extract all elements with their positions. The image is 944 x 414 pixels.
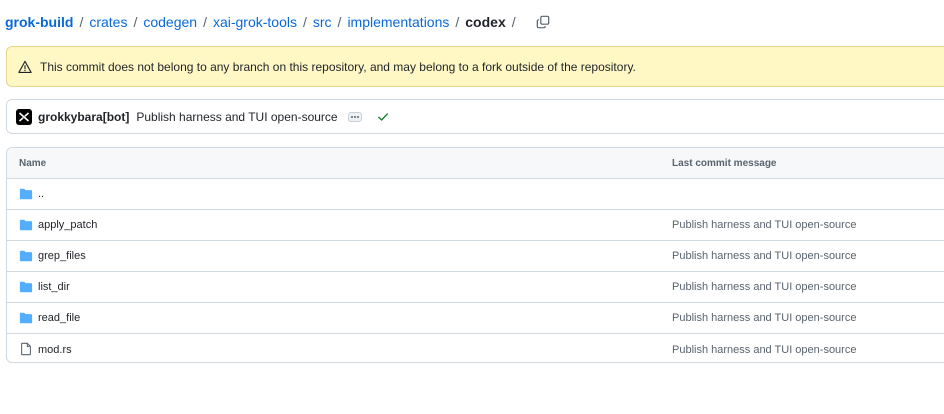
folder-icon [19,311,33,325]
copy-path-button[interactable] [534,13,552,31]
row-commit-message[interactable]: Publish harness and TUI open-source [672,312,856,324]
breadcrumb-separator: / [133,14,138,30]
commit-author[interactable]: grokkybara[bot] [38,110,129,124]
row-name[interactable]: read_file [38,312,80,324]
latest-commit-bar: grokkybara[bot] Publish harness and TUI … [6,99,944,134]
breadcrumb-separator: / [203,14,207,30]
table-row[interactable]: .. [7,179,944,210]
commit-message[interactable]: Publish harness and TUI open-source [136,110,337,124]
table-row[interactable]: list_dir Publish harness and TUI open-so… [7,272,944,303]
ellipsis-icon [350,115,353,118]
fork-warning-banner: This commit does not belong to any branc… [6,46,944,87]
breadcrumb-separator: / [302,14,307,30]
row-name[interactable]: apply_patch [38,219,97,231]
row-name[interactable]: list_dir [38,281,70,293]
breadcrumb-separator: / [455,14,460,30]
breadcrumb-separator: / [79,14,84,30]
row-name[interactable]: grep_files [38,250,86,262]
breadcrumb-item-repo[interactable]: grok-build [5,14,73,30]
banner-text: This commit does not belong to any branc… [40,59,636,74]
folder-icon [19,218,33,232]
breadcrumb-current: codex [465,14,506,30]
breadcrumb-item-codegen[interactable]: codegen [143,14,197,30]
breadcrumb-item-crates[interactable]: crates [89,14,127,30]
breadcrumb-separator: / [337,14,342,30]
bot-logo-icon [18,111,30,122]
avatar[interactable] [16,108,32,125]
breadcrumb: grok-build / crates / codegen / xai-grok… [5,12,552,32]
expand-commit-button[interactable] [347,111,362,122]
breadcrumb-separator: / [511,14,516,30]
column-header-last-commit-message: Last commit message [672,157,777,169]
folder-icon [19,187,33,201]
table-row[interactable]: read_file Publish harness and TUI open-s… [7,303,944,334]
folder-icon [19,249,33,263]
folder-icon [19,280,33,294]
check-icon[interactable] [377,111,389,123]
table-row[interactable]: mod.rs Publish harness and TUI open-sour… [7,334,944,362]
row-name[interactable]: mod.rs [38,344,72,356]
table-row[interactable]: grep_files Publish harness and TUI open-… [7,241,944,272]
row-commit-message[interactable]: Publish harness and TUI open-source [672,344,856,356]
row-commit-message[interactable]: Publish harness and TUI open-source [672,281,856,293]
table-row[interactable]: apply_patch Publish harness and TUI open… [7,210,944,241]
column-header-name: Name [19,157,47,169]
file-icon [19,342,33,356]
row-commit-message[interactable]: Publish harness and TUI open-source [672,219,856,231]
file-table: Name Last commit message .. apply_patch … [6,147,944,363]
alert-icon [18,60,32,74]
breadcrumb-item-implementations[interactable]: implementations [347,14,449,30]
row-commit-message[interactable]: Publish harness and TUI open-source [672,250,856,262]
table-header: Name Last commit message [7,148,944,179]
breadcrumb-item-src[interactable]: src [313,14,332,30]
breadcrumb-item-xai-grok-tools[interactable]: xai-grok-tools [213,14,297,30]
row-name[interactable]: .. [38,188,44,200]
copy-icon [536,15,549,29]
